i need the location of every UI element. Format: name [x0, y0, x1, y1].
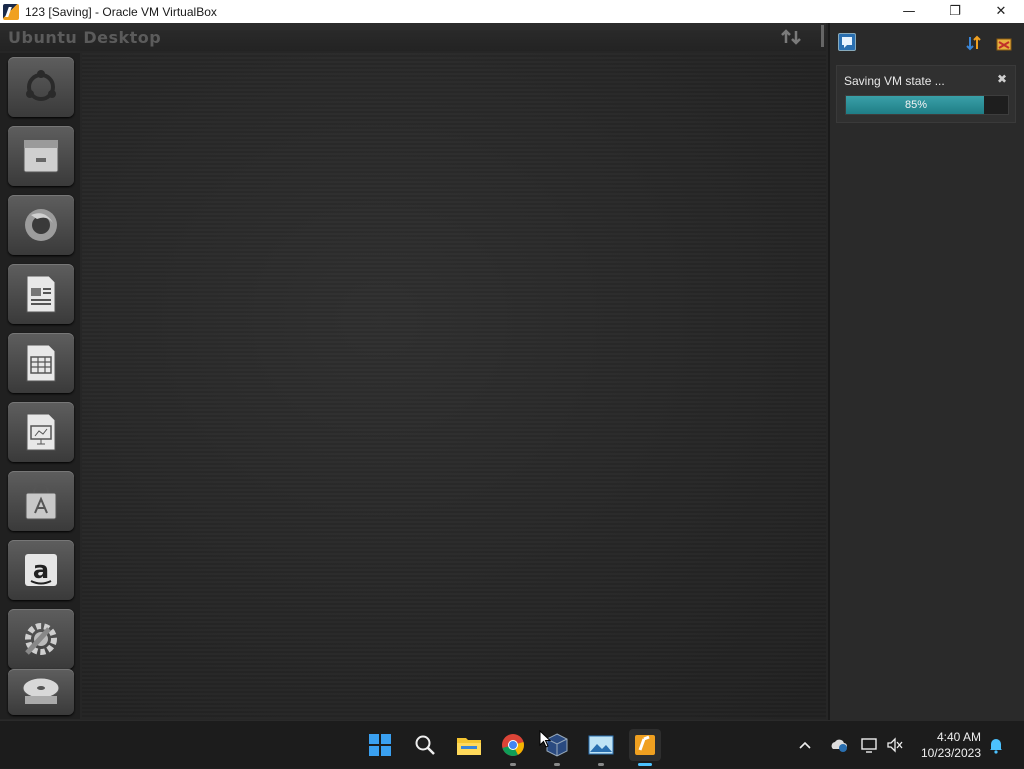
- svg-text:a: a: [33, 556, 49, 584]
- vbox-notification-center: Saving VM state ... ✖ 85%: [828, 23, 1024, 720]
- photos-button[interactable]: [585, 729, 617, 766]
- network-icon: [861, 738, 877, 753]
- panel-separator: [821, 25, 824, 47]
- speaker-muted-icon: [887, 737, 903, 753]
- window-title: 123 [Saving] - Oracle VM VirtualBox: [25, 4, 217, 19]
- window-titlebar: 123 [Saving] - Oracle VM VirtualBox — ❐ …: [0, 0, 1024, 23]
- search-button[interactable]: [409, 729, 441, 761]
- libreoffice-calc-icon[interactable]: [8, 333, 74, 393]
- ubuntu-dash-icon[interactable]: [8, 57, 74, 117]
- chrome-running-indicator: [510, 763, 516, 766]
- onedrive-tray-icon[interactable]: [829, 721, 849, 769]
- system-settings-icon[interactable]: [8, 609, 74, 669]
- virtualbox-vm-icon: [635, 735, 655, 755]
- photos-icon: [588, 735, 614, 755]
- notification-icon[interactable]: [838, 33, 856, 51]
- vm-active-indicator: [638, 763, 652, 766]
- minimize-button[interactable]: —: [886, 0, 932, 23]
- maximize-button[interactable]: ❐: [932, 0, 978, 23]
- notifications-tray-button[interactable]: [988, 721, 1004, 769]
- file-manager-icon[interactable]: [8, 126, 74, 186]
- network-tray-icon[interactable]: [860, 721, 878, 769]
- ubuntu-launcher: a: [0, 53, 80, 719]
- volume-tray-icon[interactable]: [886, 721, 904, 769]
- amazon-icon[interactable]: a: [8, 540, 74, 600]
- search-icon: [415, 735, 435, 755]
- disc-drive-icon[interactable]: [8, 669, 74, 715]
- sort-icon[interactable]: [966, 35, 982, 51]
- software-center-icon[interactable]: [8, 471, 74, 531]
- start-button[interactable]: [364, 729, 396, 761]
- firefox-icon[interactable]: [8, 195, 74, 255]
- chevron-up-icon: [799, 741, 811, 749]
- show-hidden-icons-button[interactable]: [798, 721, 812, 769]
- vm-display[interactable]: Ubuntu Desktop a Saving VM state ... ✖ 8…: [0, 23, 1024, 720]
- file-explorer-button[interactable]: [453, 729, 485, 761]
- close-button[interactable]: ✕: [978, 0, 1024, 23]
- clock-date: 10/23/2023: [920, 746, 981, 760]
- ubuntu-panel-title: Ubuntu Desktop: [8, 27, 162, 47]
- saving-progress-bar: 85%: [845, 95, 1009, 115]
- taskbar-clock[interactable]: 4:40 AM 10/23/2023: [921, 729, 981, 761]
- ubuntu-top-panel: Ubuntu Desktop: [0, 23, 826, 51]
- windows-taskbar: 4:40 AM 10/23/2023: [0, 720, 1024, 768]
- network-arrows-icon[interactable]: [780, 27, 804, 47]
- bell-icon: [990, 739, 1002, 754]
- mouse-cursor-icon: [539, 729, 552, 748]
- windows-logo-icon: [369, 734, 391, 756]
- chrome-icon: [502, 734, 524, 756]
- saving-notification: Saving VM state ... ✖ 85%: [836, 65, 1016, 123]
- libreoffice-writer-icon[interactable]: [8, 264, 74, 324]
- cloud-icon: [831, 739, 847, 752]
- vbox-manager-running-indicator: [554, 763, 560, 766]
- desktop-shading: [82, 53, 826, 719]
- virtualbox-app-icon: [3, 3, 19, 20]
- photos-running-indicator: [598, 763, 604, 766]
- folder-icon: [457, 738, 481, 755]
- progress-label: 85%: [904, 99, 928, 111]
- notification-close-button[interactable]: ✖: [997, 72, 1007, 86]
- notification-text: Saving VM state ...: [844, 74, 945, 88]
- libreoffice-impress-icon[interactable]: [8, 402, 74, 462]
- clock-time: 4:40 AM: [936, 730, 981, 744]
- virtualbox-vm-button[interactable]: [629, 729, 661, 766]
- window-controls: — ❐ ✕: [886, 0, 1024, 23]
- keep-finished-icon[interactable]: [995, 34, 1013, 52]
- chrome-button[interactable]: [497, 729, 529, 766]
